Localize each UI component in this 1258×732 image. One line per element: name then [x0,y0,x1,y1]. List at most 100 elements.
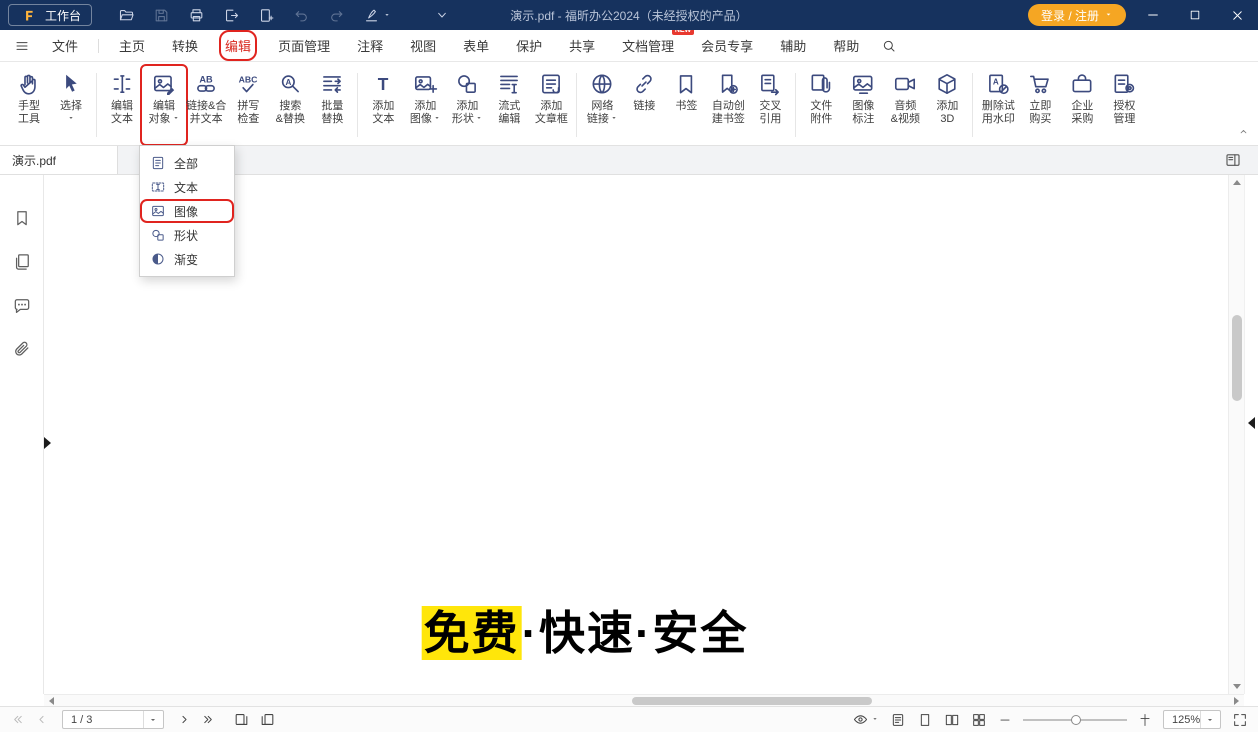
last-page-button[interactable] [201,712,216,727]
maximize-button[interactable] [1174,0,1216,30]
undo-icon[interactable] [291,5,311,25]
export-icon[interactable] [221,5,241,25]
flow-edit-button[interactable]: 流式 编辑 [488,67,530,143]
horizontal-scrollbar[interactable] [44,694,1244,706]
next-page-button[interactable] [177,712,192,727]
attachments-panel-icon[interactable] [12,340,32,360]
select-tool-button[interactable]: 选择 [50,67,92,143]
first-page-button[interactable] [10,712,25,727]
menu-tab-view[interactable]: 视图 [410,36,436,55]
add-3d-button[interactable]: 添加 3D [926,67,968,143]
image-annotation-button[interactable]: 图像 标注 [842,67,884,143]
close-button[interactable] [1216,0,1258,30]
enterprise-purchase-button[interactable]: 企业 采购 [1061,67,1103,143]
toolbar-more-icon[interactable] [432,5,452,25]
bookmark-button[interactable]: 书签 [665,67,707,143]
zoom-slider-thumb[interactable] [1071,715,1081,725]
audio-video-button[interactable]: 音频 &视频 [884,67,926,143]
zoom-level-select[interactable]: 125% [1163,710,1221,729]
menu-tab-assist[interactable]: 辅助 [780,36,806,55]
menu-tab-edit[interactable]: 编辑 [225,36,251,55]
document-tab[interactable]: 演示.pdf [0,146,118,174]
remove-trial-watermark-button[interactable]: A删除试 用水印 [977,67,1019,143]
next-view-icon[interactable] [259,711,276,728]
menu-tab-share[interactable]: 共享 [569,36,595,55]
spell-check-button[interactable]: ABC拼写 检查 [227,67,269,143]
dropdown-item-gradient[interactable]: 渐变 [140,247,234,271]
redo-icon[interactable] [326,5,346,25]
file-menu[interactable]: 文件 [52,36,78,55]
scroll-left-arrow[interactable] [49,697,54,705]
bookmarks-panel-icon[interactable] [12,208,32,228]
link-merge-text-button[interactable]: AB链接&合 并文本 [185,67,227,143]
add-image-button[interactable]: 添加 图像 [404,67,446,143]
menu-tab-comment[interactable]: 注释 [357,36,383,55]
login-register-button[interactable]: 登录 / 注册 [1028,4,1126,26]
vertical-scrollbar[interactable] [1228,175,1244,694]
save-icon[interactable] [151,5,171,25]
dropdown-item-shape[interactable]: 形状 [140,223,234,247]
dropdown-item-image[interactable]: 图像 [140,199,234,223]
auto-create-bookmark-button[interactable]: 自动创 建书签 [707,67,749,143]
sign-tool-button[interactable] [361,5,391,25]
license-management-button[interactable]: 授权 管理 [1103,67,1145,143]
hand-tool-button[interactable]: 手型 工具 [8,67,50,143]
search-replace-button[interactable]: A搜索 &替换 [269,67,311,143]
reading-mode-icon[interactable] [890,712,906,728]
search-icon[interactable] [879,36,899,56]
collapse-right-panel-handle[interactable] [1248,417,1255,429]
hamburger-menu-icon[interactable] [12,36,32,56]
page-number-select[interactable]: 1 / 3 [62,710,164,729]
collapse-ribbon-button[interactable] [1237,125,1250,141]
svg-text:T: T [378,73,389,93]
scroll-right-arrow[interactable] [1234,697,1239,705]
minimize-button[interactable] [1132,0,1174,30]
facing-view-icon[interactable] [944,712,960,728]
scroll-down-arrow[interactable] [1233,684,1241,689]
cross-reference-button[interactable]: 交叉 引用 [749,67,791,143]
scroll-up-arrow[interactable] [1233,180,1241,185]
expand-left-panel-handle[interactable] [44,437,51,449]
print-icon[interactable] [186,5,206,25]
menu-tab-page-management[interactable]: 页面管理 [278,36,330,55]
open-file-icon[interactable] [116,5,136,25]
dropdown-item-all[interactable]: 全部 [140,151,234,175]
zoom-in-button[interactable] [1138,713,1152,727]
edit-object-button[interactable]: 编辑 对象 [143,67,185,143]
menu-tab-form[interactable]: 表单 [463,36,489,55]
previous-page-button[interactable] [34,712,49,727]
menu-tab-document-management[interactable]: 文档管理NEW [622,36,674,55]
grid-view-icon[interactable] [971,712,987,728]
menu-tab-convert[interactable]: 转换 [172,36,198,55]
fullscreen-icon[interactable] [1232,712,1248,728]
dropdown-caret-icon [475,113,483,126]
zoom-out-button[interactable] [998,713,1012,727]
comments-panel-icon[interactable] [12,296,32,316]
previous-view-icon[interactable] [233,711,250,728]
zoom-slider[interactable] [1023,712,1127,728]
edit-text-button[interactable]: 编辑 文本 [101,67,143,143]
add-text-button[interactable]: T添加 文本 [362,67,404,143]
vertical-scrollbar-thumb[interactable] [1232,315,1242,401]
file-attachment-button[interactable]: 文件 附件 [800,67,842,143]
batch-replace-button[interactable]: 批量 替换 [311,67,353,143]
menu-tab-membership[interactable]: 会员专享 [701,36,753,55]
horizontal-scrollbar-thumb[interactable] [632,697,872,705]
web-link-button[interactable]: 网络 链接 [581,67,623,143]
menu-tab-help[interactable]: 帮助 [833,36,859,55]
page-panel-icon[interactable] [1224,151,1242,172]
buy-now-button[interactable]: 立即 购买 [1019,67,1061,143]
dropdown-item-text[interactable]: 文本 [140,175,234,199]
view-settings-button[interactable] [852,711,879,728]
add-shape-button[interactable]: 添加 形状 [446,67,488,143]
link-button[interactable]: 链接 [623,67,665,143]
menu-tab-protect[interactable]: 保护 [516,36,542,55]
pages-panel-icon[interactable] [12,252,32,272]
add-article-box-button[interactable]: 添加 文章框 [530,67,572,143]
chevron-down-icon [1104,8,1113,22]
single-page-view-icon[interactable] [917,712,933,728]
workspace-button[interactable]: 工作台 [8,4,92,26]
ribbon-button-label: 音频 &视频 [891,100,920,127]
menu-tab-home[interactable]: 主页 [119,36,145,55]
create-pdf-icon[interactable] [256,5,276,25]
